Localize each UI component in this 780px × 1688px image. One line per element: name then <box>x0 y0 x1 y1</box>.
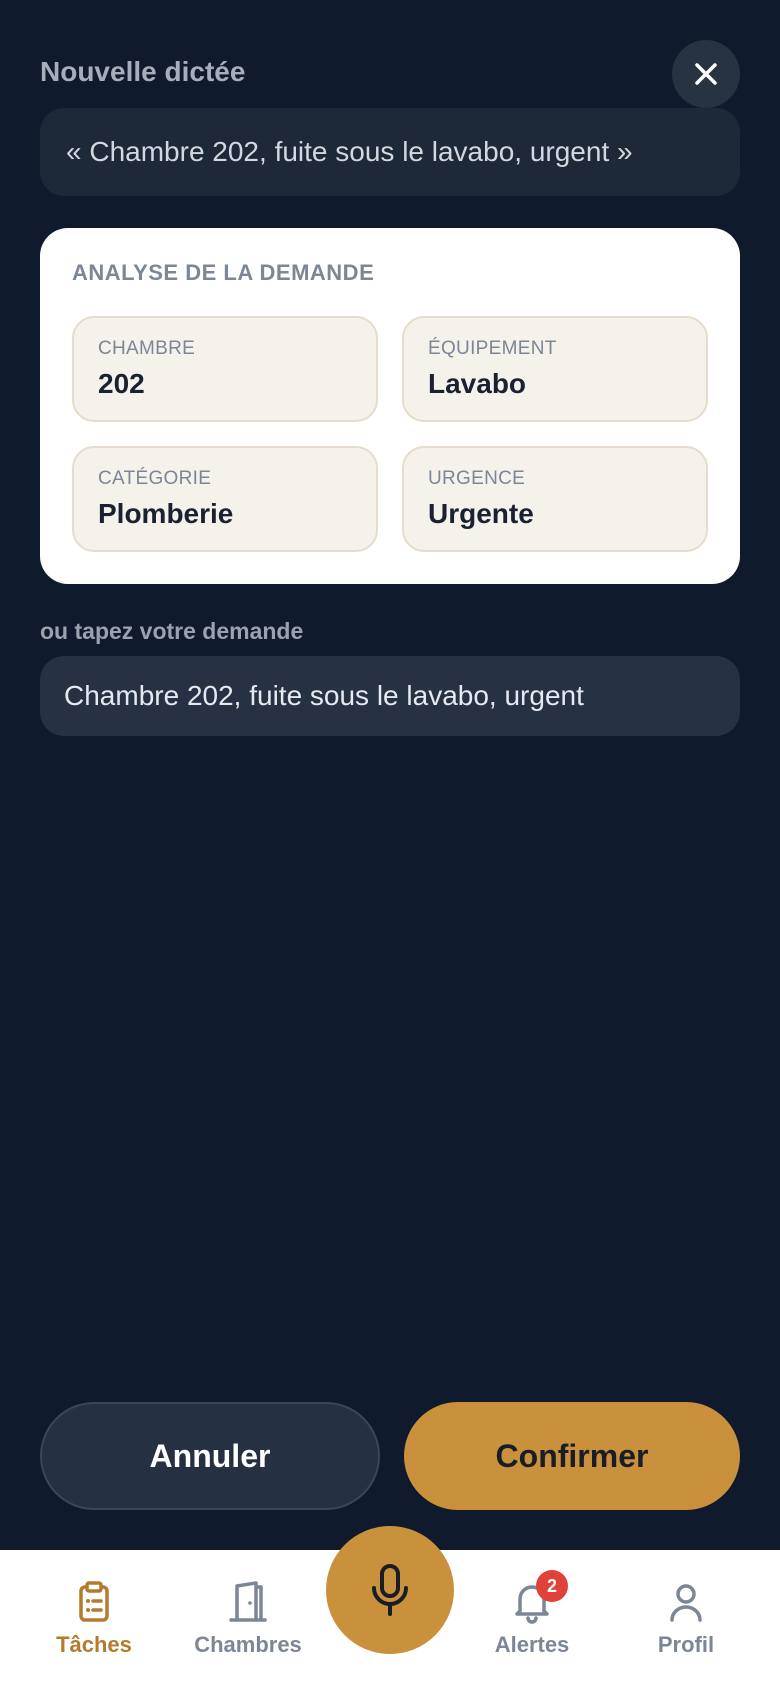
nav-label: Profil <box>657 1632 715 1657</box>
field-urgency[interactable]: URGENCE Urgente <box>402 446 708 552</box>
analysis-title: ANALYSE DE LA DEMANDE <box>72 260 375 285</box>
field-value: Urgente <box>428 498 534 529</box>
cancel-button[interactable]: Annuler <box>40 1402 380 1510</box>
field-value: Lavabo <box>428 368 527 399</box>
field-label: URGENCE <box>428 468 526 489</box>
field-label: CHAMBRE <box>98 338 196 359</box>
nav-item-taches[interactable]: Tâches <box>44 1550 144 1688</box>
microphone-button[interactable] <box>326 1526 454 1654</box>
close-button[interactable] <box>672 40 740 108</box>
manual-input-hint: ou tapez votre demande <box>40 618 304 644</box>
cancel-button-label: Annuler <box>149 1437 271 1474</box>
nav-label: Chambres <box>194 1632 302 1657</box>
microphone-icon <box>372 1564 408 1616</box>
close-icon <box>695 63 717 85</box>
transcript-text: « Chambre 202, fuite sous le lavabo, urg… <box>66 136 633 167</box>
bell-icon: 2 <box>510 1570 568 1624</box>
nav-item-chambres[interactable]: Chambres <box>188 1550 308 1688</box>
nav-item-profil[interactable]: Profil <box>636 1550 736 1688</box>
clipboard-icon <box>72 1580 116 1624</box>
field-equipment[interactable]: ÉQUIPEMENT Lavabo <box>402 316 708 422</box>
field-label: ÉQUIPEMENT <box>428 338 557 359</box>
alert-count-badge: 2 <box>536 1570 568 1602</box>
page-title: Nouvelle dictée <box>40 56 246 87</box>
field-label: CATÉGORIE <box>98 468 212 489</box>
field-value: Plomberie <box>98 498 234 529</box>
confirm-button-label: Confirmer <box>495 1437 649 1474</box>
user-icon <box>664 1580 708 1624</box>
nav-item-alertes[interactable]: 2 Alertes <box>482 1550 582 1688</box>
confirm-button[interactable]: Confirmer <box>404 1402 740 1510</box>
field-value: 202 <box>98 368 145 399</box>
request-text-input[interactable] <box>40 656 740 736</box>
transcript-box: « Chambre 202, fuite sous le lavabo, urg… <box>40 108 740 196</box>
nav-label: Alertes <box>494 1632 570 1657</box>
door-icon <box>226 1580 270 1624</box>
field-room[interactable]: CHAMBRE 202 <box>72 316 378 422</box>
analysis-card: ANALYSE DE LA DEMANDE CHAMBRE 202 ÉQUIPE… <box>40 228 740 584</box>
nav-label: Tâches <box>56 1632 132 1657</box>
field-category[interactable]: CATÉGORIE Plomberie <box>72 446 378 552</box>
